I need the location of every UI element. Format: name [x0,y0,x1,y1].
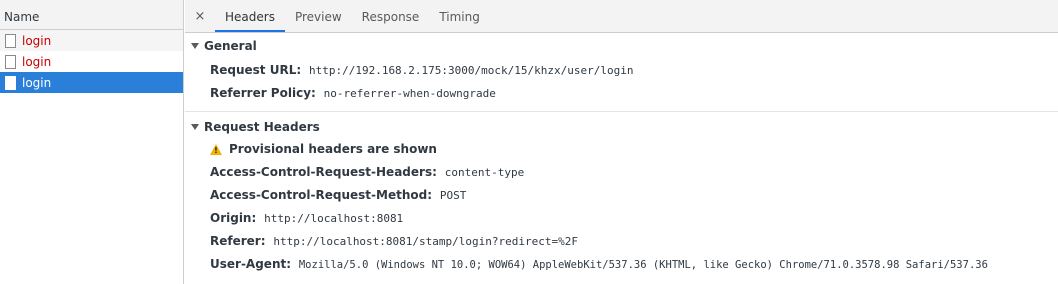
document-icon [5,54,16,69]
header-key: Access-Control-Request-Method: [210,188,433,202]
header-row: Request URL: http://192.168.2.175:3000/m… [185,59,1058,82]
header-row: Referrer Policy: no-referrer-when-downgr… [185,82,1058,105]
header-row: User-Agent: Mozilla/5.0 (Windows NT 10.0… [185,253,1058,276]
detail-tabbar: × Headers Preview Response Timing [185,0,1058,33]
header-row: Access-Control-Request-Headers: content-… [185,161,1058,184]
request-name: login [22,75,52,90]
request-name: login [22,54,52,69]
header-key: Origin: [210,211,257,225]
header-row: Referer: http://localhost:8081/stamp/log… [185,230,1058,253]
close-icon[interactable]: × [191,0,209,32]
request-row[interactable]: login [0,30,183,51]
provisional-warning: ! Provisional headers are shown [185,138,1058,161]
section-title: General [204,39,257,53]
request-headers-section: Request Headers ! Provisional headers ar… [185,112,1058,282]
document-icon [5,75,16,90]
header-key: User-Agent: [210,257,292,271]
header-value: http://localhost:8081 [264,212,404,225]
tab-timing[interactable]: Timing [429,0,490,32]
document-icon [5,33,16,48]
section-title: Request Headers [204,120,320,134]
tab-preview[interactable]: Preview [285,0,352,32]
request-list-pane: Name login login login [0,0,184,284]
request-detail-pane: × Headers Preview Response Timing Genera… [185,0,1058,284]
expand-triangle-icon [191,43,199,49]
header-value: http://192.168.2.175:3000/mock/15/khzx/u… [308,64,634,77]
header-key: Referrer Policy: [210,86,316,100]
header-value: POST [439,189,467,202]
request-name: login [22,33,52,48]
header-value: no-referrer-when-downgrade [323,87,496,100]
request-headers-section-header[interactable]: Request Headers [185,118,1058,136]
name-column-header[interactable]: Name [0,0,183,30]
tab-headers[interactable]: Headers [215,0,285,32]
header-value: content-type [444,166,525,179]
header-key: Referer: [210,234,266,248]
general-section-header[interactable]: General [185,37,1058,55]
header-value: Mozilla/5.0 (Windows NT 10.0; WOW64) App… [298,259,988,271]
general-section: General Request URL: http://192.168.2.17… [185,33,1058,112]
header-value: http://localhost:8081/stamp/login?redire… [273,235,578,248]
warning-icon: ! [210,144,222,155]
header-row: Access-Control-Request-Method: POST [185,184,1058,207]
header-row: Origin: http://localhost:8081 [185,207,1058,230]
warning-text: Provisional headers are shown [229,142,437,156]
expand-triangle-icon [191,124,199,130]
request-row-selected[interactable]: login [0,72,183,93]
header-key: Access-Control-Request-Headers: [210,165,437,179]
header-key: Request URL: [210,63,302,77]
request-row[interactable]: login [0,51,183,72]
tab-response[interactable]: Response [352,0,430,32]
